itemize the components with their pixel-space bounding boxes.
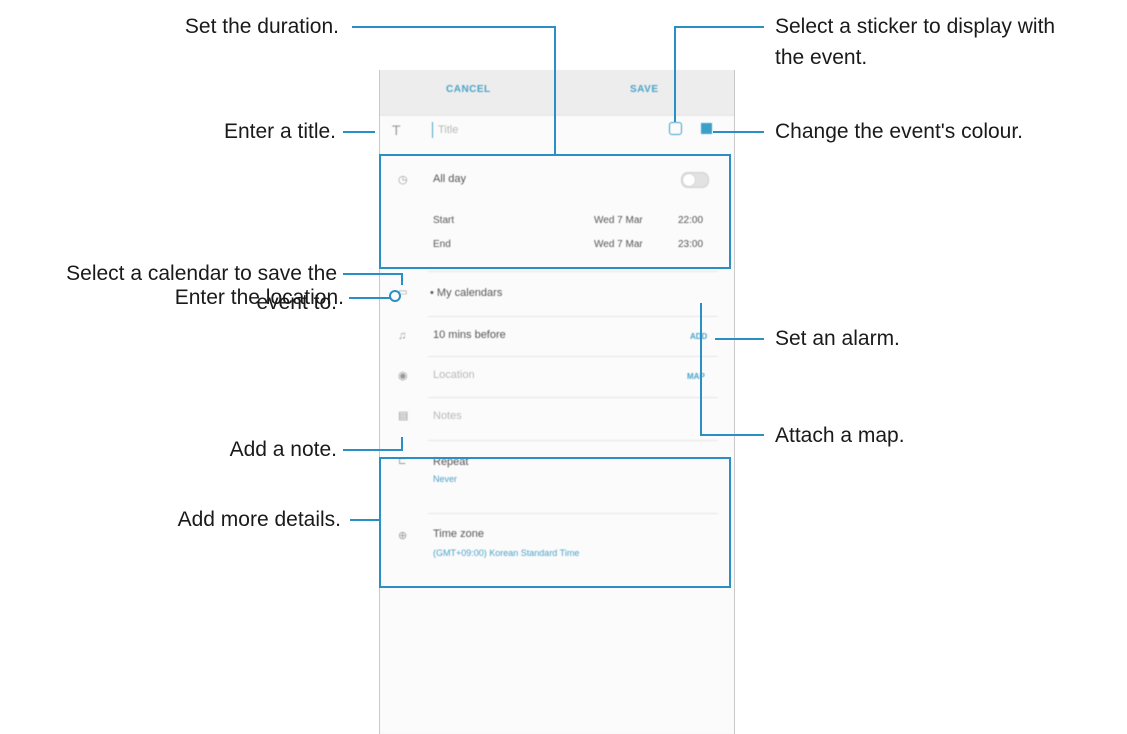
- top-bar: CANCEL SAVE: [380, 70, 734, 116]
- calendar-selector[interactable]: • My calendars: [430, 287, 502, 299]
- callout-map: Attach a map.: [775, 424, 905, 447]
- callout-calendar-1: Select a calendar to save the: [66, 262, 337, 285]
- alarm-value[interactable]: 10 mins before: [433, 329, 506, 341]
- callout-sticker-2: the event.: [775, 46, 868, 69]
- cancel-button[interactable]: CANCEL: [446, 84, 491, 95]
- callout-sticker-1: Select a sticker to display with: [775, 15, 1056, 38]
- callout-location: Enter the location.: [174, 286, 344, 309]
- callout-alarm: Set an alarm.: [775, 327, 900, 350]
- duration-highlight: [379, 154, 731, 269]
- location-pin-icon: ◉: [398, 370, 408, 382]
- callout-colour: Change the event's colour.: [775, 120, 1024, 143]
- sticker-icon[interactable]: [669, 122, 682, 135]
- callout-details: Add more details.: [177, 508, 341, 531]
- add-alarm-button[interactable]: ADD: [690, 332, 707, 341]
- details-highlight: [379, 457, 731, 588]
- bell-icon: ♫: [398, 330, 407, 342]
- notes-input[interactable]: Notes: [433, 410, 462, 422]
- map-button[interactable]: MAP: [687, 372, 705, 381]
- title-input[interactable]: Title: [438, 124, 458, 136]
- callout-title: Enter a title.: [223, 120, 336, 143]
- note-icon: ▤: [398, 410, 409, 422]
- save-button[interactable]: SAVE: [630, 84, 659, 95]
- location-input[interactable]: Location: [433, 369, 475, 381]
- callout-duration: Set the duration.: [184, 15, 339, 38]
- text-cursor: [432, 122, 433, 138]
- event-colour-button[interactable]: [701, 123, 712, 134]
- title-icon: T: [392, 122, 401, 138]
- callout-note: Add a note.: [229, 438, 337, 461]
